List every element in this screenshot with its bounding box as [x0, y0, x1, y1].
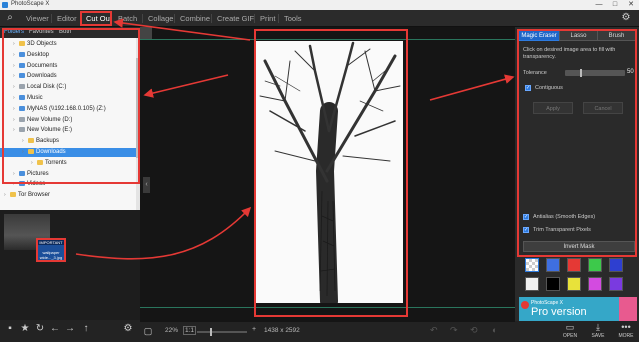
annotation-box-photo — [254, 29, 408, 317]
file-actions: ▭ OPEN ⤓ SAVE ••• MORE — [515, 321, 639, 342]
annotation-box-cutout — [80, 11, 112, 26]
settings-gear-icon[interactable]: ⚙ — [122, 323, 134, 335]
color-swatch[interactable] — [588, 258, 602, 272]
tree-item-label: Tor Browser — [18, 192, 51, 199]
star-icon[interactable]: ★ — [19, 323, 31, 335]
background-color-swatches — [525, 258, 635, 294]
zoom-level[interactable]: 22% — [165, 327, 178, 334]
search-icon[interactable]: ⌕ — [4, 12, 16, 24]
save-icon: ⤓ — [596, 322, 600, 332]
save-button[interactable]: ⤓ SAVE — [587, 322, 609, 339]
settings-gear-icon[interactable]: ⚙ — [620, 12, 632, 24]
app-logo-icon — [2, 2, 8, 8]
color-swatch[interactable] — [588, 277, 602, 291]
more-icon: ••• — [621, 322, 631, 332]
color-swatch[interactable] — [567, 277, 581, 291]
compare-icon[interactable]: ◐ — [492, 325, 497, 335]
color-swatch[interactable] — [546, 258, 560, 272]
menu-editor[interactable]: Editor — [53, 10, 81, 27]
pro-version-ad[interactable]: PhotoScape X Pro version — [519, 297, 637, 321]
selected-file-thumbnail[interactable]: IMPORTANT wallpaper wide..._3.jpg — [36, 238, 66, 262]
tree-item[interactable]: › Tor Browser — [0, 191, 136, 200]
more-button[interactable]: ••• MORE — [615, 322, 637, 339]
ad-subtitle: Pro version — [531, 306, 587, 318]
refresh-icon[interactable]: ↻ — [34, 323, 46, 335]
color-swatch[interactable] — [546, 277, 560, 291]
browser-toolbar: ▪ ★ ↻ ← → ↑ ⚙ — [0, 320, 140, 342]
color-swatch[interactable] — [525, 277, 539, 291]
zoom-slider-knob[interactable] — [210, 328, 212, 336]
undo-icon[interactable]: ↶ — [430, 325, 438, 336]
menu-print[interactable]: Print — [256, 10, 279, 27]
up-arrow-icon[interactable]: ↑ — [80, 323, 92, 335]
menu-icon[interactable]: ▪ — [4, 323, 16, 335]
title-bar: PhotoScape X — □ ✕ — [0, 0, 639, 10]
color-swatch[interactable] — [525, 258, 539, 272]
color-swatch[interactable] — [609, 277, 623, 291]
revert-icon[interactable]: ⟲ — [470, 325, 478, 336]
collapse-panel-button[interactable]: ‹ — [143, 177, 150, 193]
menu-batch[interactable]: Batch — [114, 10, 141, 27]
menu-combine[interactable]: Combine — [176, 10, 214, 27]
close-button[interactable]: ✕ — [623, 0, 639, 10]
menu-viewer[interactable]: Viewer — [22, 10, 53, 27]
menu-tools[interactable]: Tools — [280, 10, 306, 27]
maximize-button[interactable]: □ — [607, 0, 623, 10]
actual-size-button[interactable]: 1:1 — [183, 326, 197, 335]
annotation-box-tools — [517, 29, 637, 257]
pro-badge-icon — [140, 27, 152, 39]
ad-decoration — [619, 297, 637, 321]
window-title: PhotoScape X — [11, 1, 50, 7]
fit-window-icon[interactable]: ▢ — [142, 325, 154, 337]
folder-icon — [10, 192, 16, 198]
menu-collage[interactable]: Collage — [144, 10, 177, 27]
image-dimensions: 1438 x 2592 — [264, 327, 300, 334]
photoscape-logo-icon — [521, 301, 529, 309]
open-icon: ▭ — [565, 322, 575, 332]
color-swatch[interactable] — [609, 258, 623, 272]
thumbnail-grid — [0, 210, 140, 320]
redo-icon[interactable]: ↷ — [450, 325, 458, 336]
plus-icon[interactable]: + — [252, 326, 256, 333]
status-bar: ▢ 22% 1:1 + 1438 x 2592 ↶ ↷ ⟲ ◐ — [140, 322, 520, 342]
open-button[interactable]: ▭ OPEN — [559, 322, 581, 339]
minimize-button[interactable]: — — [591, 0, 607, 10]
file-name: wallpaper wide..._3.jpg — [39, 250, 63, 260]
zoom-slider[interactable] — [197, 331, 247, 333]
forward-arrow-icon[interactable]: → — [64, 323, 76, 335]
annotation-box-tree — [2, 28, 140, 184]
back-arrow-icon[interactable]: ← — [49, 323, 61, 335]
color-swatch[interactable] — [567, 258, 581, 272]
menu-create-gif[interactable]: Create GIF — [213, 10, 258, 27]
